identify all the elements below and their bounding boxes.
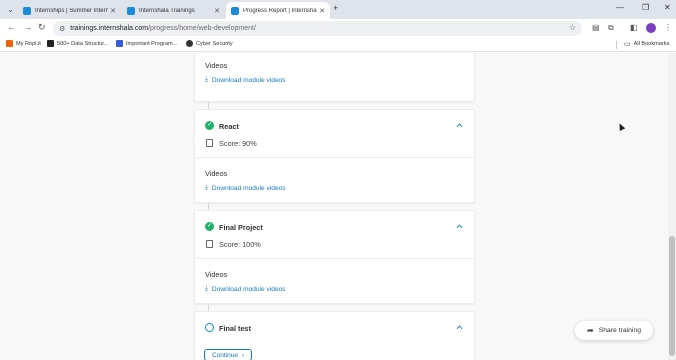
bookmark-label: My Repl.it xyxy=(16,40,41,47)
side-panel-icon[interactable]: ◧ xyxy=(630,23,638,32)
module-score: Score: 90% xyxy=(219,139,257,148)
check-circle-icon: ✓ xyxy=(205,121,214,130)
bookmarks-divider xyxy=(616,41,617,49)
download-module-videos-link[interactable]: ⤓ Download module videos xyxy=(205,285,286,293)
all-bookmarks-label: All Bookmarks xyxy=(633,41,670,47)
menu-kebab-icon[interactable]: ⋮ xyxy=(664,23,672,32)
mouse-cursor xyxy=(616,122,626,131)
bookmark-label: Important Program... xyxy=(126,40,178,47)
download-link-label: Download module videos xyxy=(211,184,286,192)
scrollbar-thumb[interactable] xyxy=(669,236,675,356)
download-link-label: Download module videos xyxy=(211,285,286,293)
timeline-connector xyxy=(208,203,209,210)
site-info-icon[interactable]: ⚙ xyxy=(59,25,65,33)
bookmarks-bar: My Repl.it 500+ Data Structur... Importa… xyxy=(0,38,676,52)
bookmark-repl[interactable]: My Repl.it xyxy=(6,40,41,47)
replit-icon xyxy=(6,40,13,47)
page-scrollbar[interactable] xyxy=(668,53,676,360)
back-icon[interactable]: ← xyxy=(7,22,16,32)
chevron-up-icon[interactable] xyxy=(456,223,463,230)
check-circle-icon: ✓ xyxy=(205,222,214,231)
timeline-connector xyxy=(208,304,209,311)
internshala-favicon-icon xyxy=(23,6,31,15)
share-arrow-icon: ➦ xyxy=(586,326,594,335)
tab-label: Internshala Trainings xyxy=(139,7,195,14)
globe-icon xyxy=(186,40,193,47)
url-host: trainings.internshala.com xyxy=(70,25,149,32)
tab-label: Internships | Summer Internshi xyxy=(35,7,108,14)
address-bar[interactable]: ⚙ trainings.internshala.com/progress/hom… xyxy=(53,21,582,36)
module-title: Final test xyxy=(219,324,252,333)
module-card-final-project: ✓ Final Project Score: 100% Videos ⤓ Dow… xyxy=(194,210,476,304)
maximize-icon[interactable]: ❐ xyxy=(642,3,649,12)
window-close-icon[interactable]: ✕ xyxy=(664,3,671,12)
url-path: /progress/home/web-development/ xyxy=(148,25,256,32)
tab-trainings[interactable]: Internshala Trainings ✕ xyxy=(122,2,225,19)
bookmark-site-icon xyxy=(47,40,54,47)
close-tab-icon[interactable]: ✕ xyxy=(108,7,118,15)
forward-icon[interactable]: → xyxy=(23,22,32,32)
share-training-button[interactable]: ➦ Share training xyxy=(575,321,653,340)
tab-progress-report[interactable]: Progress Report | Internshala T ✕ xyxy=(226,2,330,19)
reload-icon[interactable]: ↻ xyxy=(38,22,46,33)
videos-heading: Videos xyxy=(205,169,228,178)
tab-search-icon[interactable]: ⌄ xyxy=(4,3,17,16)
extension-icon[interactable]: ▤ xyxy=(592,23,600,32)
card-divider xyxy=(195,157,476,158)
all-bookmarks[interactable]: ▭ All Bookmarks xyxy=(624,40,669,48)
videos-heading: Videos xyxy=(205,270,228,279)
tab-strip: ⌄ Internships | Summer Internshi ✕ Inter… xyxy=(0,0,676,19)
continue-label: Continue xyxy=(212,351,239,359)
pending-circle-icon xyxy=(205,323,214,332)
page-content: Videos ⤓ Download module videos ✓ React … xyxy=(0,53,668,360)
tab-internships[interactable]: Internships | Summer Internshi ✕ xyxy=(18,2,121,19)
minimize-icon[interactable]: — xyxy=(616,3,624,12)
module-title: Final Project xyxy=(219,223,263,232)
share-label: Share training xyxy=(598,327,642,334)
chevron-up-icon[interactable] xyxy=(456,324,463,331)
download-icon: ⤓ xyxy=(205,184,208,191)
bookmark-site-icon xyxy=(116,40,123,47)
module-score: Score: 100% xyxy=(219,240,261,249)
module-card: Videos ⤓ Download module videos xyxy=(194,53,475,102)
browser-toolbar: ← → ↻ ⚙ trainings.internshala.com/progre… xyxy=(0,19,676,38)
new-tab-icon[interactable]: + xyxy=(333,3,338,13)
download-link-label: Download module videos xyxy=(211,76,286,84)
download-icon: ⤓ xyxy=(205,285,208,292)
close-tab-icon[interactable]: ✕ xyxy=(317,7,327,15)
bookmark-cyber-security[interactable]: Cyber Security xyxy=(186,40,233,47)
download-module-videos-link[interactable]: ⤓ Download module videos xyxy=(205,184,286,192)
close-tab-icon[interactable]: ✕ xyxy=(212,7,222,15)
bookmark-label: 500+ Data Structur... xyxy=(57,40,109,47)
document-icon xyxy=(206,139,213,147)
profile-avatar[interactable] xyxy=(646,23,656,33)
chevron-up-icon[interactable] xyxy=(456,122,463,129)
tab-label: Progress Report | Internshala T xyxy=(243,7,317,14)
videos-heading: Videos xyxy=(205,61,228,70)
download-module-videos-link[interactable]: ⤓ Download module videos xyxy=(205,76,286,84)
document-icon xyxy=(206,240,213,248)
internshala-favicon-icon xyxy=(231,6,239,15)
continue-button[interactable]: Continue › xyxy=(204,349,253,360)
internshala-favicon-icon xyxy=(127,6,135,15)
module-card-final-test: Final test Continue › xyxy=(194,311,475,360)
module-title: React xyxy=(219,122,239,131)
folder-icon: ▭ xyxy=(624,41,631,48)
bookmark-star-icon[interactable]: ☆ xyxy=(569,23,576,32)
extensions-puzzle-icon[interactable]: ⧉ xyxy=(608,23,614,33)
timeline-connector xyxy=(208,102,209,109)
bookmark-important-programs[interactable]: Important Program... xyxy=(116,40,177,47)
download-icon: ⤓ xyxy=(205,76,208,83)
bookmark-data-structures[interactable]: 500+ Data Structur... xyxy=(47,40,108,47)
bookmark-label: Cyber Security xyxy=(196,40,233,47)
card-divider xyxy=(195,258,476,259)
module-card-react: ✓ React Score: 90% Videos ⤓ Download mod… xyxy=(194,109,476,203)
chevron-right-icon: › xyxy=(242,351,245,359)
